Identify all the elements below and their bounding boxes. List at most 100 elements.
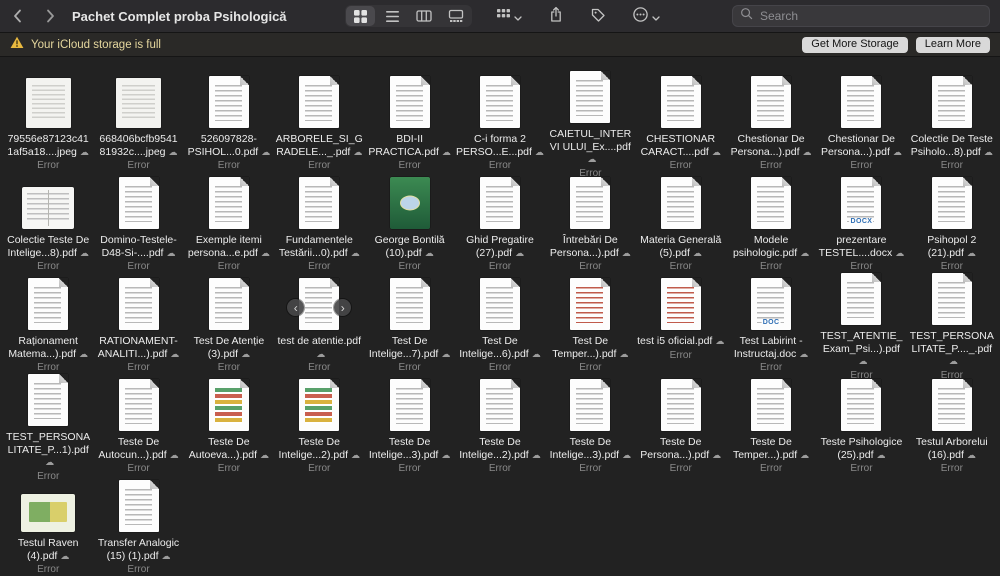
file-item[interactable]: Teste De Autoeva...).pdf ☁ Error	[184, 374, 274, 475]
file-status: Error	[488, 362, 512, 373]
file-item[interactable]: test i5 oficial.pdf ☁ Error	[636, 273, 726, 374]
file-item[interactable]: Ghid Pregatire (27).pdf ☁ Error	[455, 172, 545, 273]
file-item[interactable]: Teste De Intelige...3).pdf ☁ Error	[364, 374, 454, 475]
file-name: prezentare TESTEL....docx ☁	[818, 234, 905, 259]
file-item[interactable]: ‹ › test de atentie.pdf☁ Error	[274, 273, 364, 374]
file-name: Teste Psihologice (25).pdf ☁	[820, 436, 903, 461]
file-thumbnail: ‹ ›	[287, 273, 352, 330]
file-item[interactable]: Test De Atenție (3).pdf ☁ Error	[184, 273, 274, 374]
file-item[interactable]: Teste De Autocun...).pdf ☁ Error	[93, 374, 183, 475]
file-item[interactable]: Chestionar De Persona...).pdf ☁ Error	[726, 71, 816, 172]
file-item[interactable]: Materia Generală (5).pdf ☁ Error	[636, 172, 726, 273]
file-item[interactable]: Psihopol 2 (21).pdf ☁ Error	[907, 172, 997, 273]
file-item[interactable]: Test De Intelige...6).pdf ☁ Error	[455, 273, 545, 374]
file-item[interactable]: 79556e87123c41 1af5a18....jpeg ☁ Error	[3, 71, 93, 172]
file-status: Error	[37, 261, 60, 272]
file-item[interactable]: Colectie Teste De Intelige...8).pdf ☁ Erro…	[3, 172, 93, 273]
icloud-icon: ☁	[79, 348, 89, 359]
file-thumbnail	[931, 172, 972, 229]
get-more-storage-button[interactable]: Get More Storage	[802, 36, 908, 53]
icloud-icon: ☁	[169, 449, 179, 460]
more-actions-button[interactable]	[630, 5, 662, 27]
file-item[interactable]: Testul Arborelui (16).pdf ☁ Error	[907, 374, 997, 475]
icloud-icon: ☁	[800, 247, 810, 258]
file-item[interactable]: 526097828-PSIHOL...0.pdf ☁ Error	[184, 71, 274, 172]
document-icon	[116, 78, 162, 128]
icloud-icon: ☁	[45, 457, 55, 467]
file-item[interactable]: Teste De Intelige...3).pdf ☁ Error	[545, 374, 635, 475]
file-name: Teste De Intelige...3).pdf ☁	[549, 436, 632, 461]
file-item[interactable]: Teste Psihologice (25).pdf ☁ Error	[816, 374, 906, 475]
file-item[interactable]: BDI-II PRACTICA.pdf ☁ Error	[364, 71, 454, 172]
share-button[interactable]	[546, 5, 566, 27]
file-item[interactable]: George Bontilă (10).pdf ☁ Error	[364, 172, 454, 273]
file-thumbnail	[389, 172, 430, 229]
file-item[interactable]: TEST_PERSONALITATE_P...._.pdf☁ Error	[907, 273, 997, 381]
file-item[interactable]: TEST_PERSONALITATE_P...1).pdf☁ Error	[3, 374, 93, 482]
file-thumbnail	[21, 475, 76, 532]
file-item[interactable]: Fundamentele Testării...0).pdf ☁ Error	[274, 172, 364, 273]
file-item[interactable]: DOCX prezentare TESTEL....docx ☁ Error	[816, 172, 906, 273]
file-item[interactable]: Test De Intelige...7).pdf ☁ Error	[364, 273, 454, 374]
file-item[interactable]: DOC Test Labirint - Instructaj.doc ☁ Error	[726, 273, 816, 374]
file-item[interactable]: Transfer Analogic (15) (1).pdf ☁ Error	[93, 475, 183, 576]
document-icon	[570, 71, 611, 123]
back-button[interactable]	[10, 8, 26, 24]
document-icon	[118, 379, 159, 431]
file-item[interactable]: Chestionar De Persona...).pdf ☁ Error	[816, 71, 906, 172]
list-view-button[interactable]	[378, 6, 407, 26]
gallery-view-button[interactable]	[442, 6, 471, 26]
file-thumbnail	[389, 374, 430, 431]
search-input[interactable]	[758, 8, 982, 24]
file-status: Error	[759, 362, 783, 373]
forward-button[interactable]	[42, 8, 58, 24]
file-item[interactable]: Teste De Temper...).pdf ☁ Error	[726, 374, 816, 475]
column-view-button[interactable]	[410, 6, 439, 26]
file-name: Psihopol 2 (21).pdf ☁	[927, 234, 977, 259]
file-status: Error	[669, 160, 692, 171]
file-item[interactable]: TEST_ATENTIE_Exam_Psi...).pdf☁ Error	[816, 273, 906, 381]
group-button[interactable]	[494, 5, 524, 27]
file-item[interactable]: Modele psihologic.pdf ☁ Error	[726, 172, 816, 273]
file-thumbnail	[299, 71, 340, 128]
file-name: Teste De Intelige...2).pdf ☁	[278, 436, 360, 461]
file-name: Chestionar De Persona...).pdf ☁	[821, 133, 902, 158]
tag-button[interactable]	[588, 5, 608, 27]
file-item[interactable]: C-i forma 2 PERSO...E...pdf ☁ Error	[455, 71, 545, 172]
file-item[interactable]: 668406bcfb9541 81932c....jpeg ☁ Error	[93, 71, 183, 172]
document-icon	[931, 379, 972, 431]
file-item[interactable]: RATIONAMENT-ANALITI...).pdf ☁ Error	[93, 273, 183, 374]
file-status: Error	[669, 349, 692, 361]
file-item[interactable]: Testul Raven (4).pdf ☁ Error	[3, 475, 93, 576]
file-item[interactable]: CHESTIONAR CARACT....pdf ☁ Error	[636, 71, 726, 172]
file-item[interactable]: Teste De Persona...).pdf ☁ Error	[636, 374, 726, 475]
file-item[interactable]: CAIETUL_INTERVI ULUI_Ex....pdf☁ Error	[545, 71, 635, 179]
file-item[interactable]: Test De Temper...).pdf ☁ Error	[545, 273, 635, 374]
icon-view-button[interactable]	[345, 6, 375, 26]
file-item[interactable]: Domino-Testele-D48-Si-....pdf ☁ Error	[93, 172, 183, 273]
file-item[interactable]: Teste De Intelige...2).pdf ☁ Error	[455, 374, 545, 475]
file-item[interactable]: Exemple itemi persona...e.pdf ☁ Error	[184, 172, 274, 273]
file-name: 526097828-PSIHOL...0.pdf ☁	[187, 133, 271, 158]
document-icon	[28, 374, 69, 426]
navigation-buttons	[10, 8, 58, 24]
document-icon	[660, 379, 701, 431]
file-thumbnail	[208, 374, 249, 431]
file-item[interactable]: ARBORELE_SI_G RADELE..._.pdf ☁ Error	[274, 71, 364, 172]
preview-next-button[interactable]: ›	[334, 299, 352, 316]
icloud-icon: ☁	[587, 154, 597, 164]
file-item[interactable]: Colectie De Teste Psiholo...8).pdf ☁ Error	[907, 71, 997, 172]
file-item[interactable]: Raționament Matema...).pdf ☁ Error	[3, 273, 93, 374]
file-item[interactable]: Teste De Intelige...2).pdf ☁ Error	[274, 374, 364, 475]
icloud-icon: ☁	[316, 348, 326, 359]
file-item[interactable]: Întrebări De Persona...).pdf ☁ Error	[545, 172, 635, 273]
icloud-icon: ☁	[966, 449, 976, 460]
document-icon	[389, 177, 430, 229]
document-icon	[208, 379, 249, 431]
search-field[interactable]	[732, 5, 990, 27]
document-icon	[751, 76, 792, 128]
icloud-icon: ☁	[515, 247, 525, 258]
file-status: Error	[127, 362, 150, 373]
learn-more-button[interactable]: Learn More	[915, 36, 990, 53]
icloud-icon: ☁	[166, 247, 176, 258]
